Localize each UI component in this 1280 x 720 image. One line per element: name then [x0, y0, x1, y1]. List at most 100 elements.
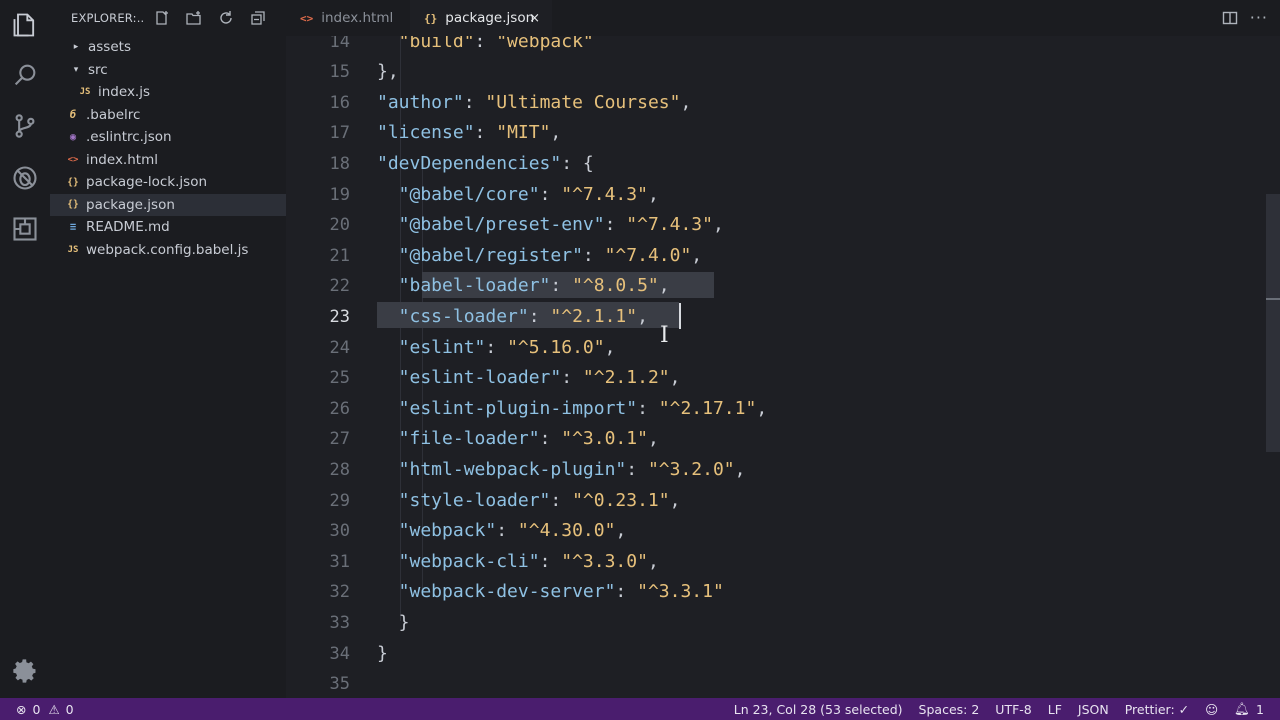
punctuation: ,: [680, 91, 692, 113]
tree-file-eslintrc[interactable]: ◉ .eslintrc.json: [50, 126, 286, 149]
code-line[interactable]: 15},: [286, 57, 1280, 88]
explorer-title: EXPLORER:...: [71, 11, 143, 25]
tree-file-webpack-config[interactable]: JS webpack.config.babel.js: [50, 239, 286, 262]
code-line[interactable]: 23 "css-loader": "^2.1.1",: [286, 302, 1280, 333]
code-editor[interactable]: 14 "build": "webpack" 15}, 16 "author": "Ult…: [286, 36, 1280, 698]
line-number: 33: [329, 612, 350, 633]
code-line[interactable]: 34}: [286, 639, 1280, 670]
json-string: "webpack": [496, 36, 594, 52]
tree-file-index-html[interactable]: <> index.html: [50, 149, 286, 172]
code-line[interactable]: 28 "html-webpack-plugin": "^3.2.0",: [286, 455, 1280, 486]
code-line[interactable]: 32 "webpack-dev-server": "^3.3.1": [286, 577, 1280, 608]
punctuation: ,: [712, 214, 724, 236]
source-control-icon[interactable]: [0, 101, 50, 151]
tree-item-label: README.md: [86, 219, 170, 236]
code-text: "@babel/preset-env": "^7.4.3",: [399, 210, 724, 240]
more-actions-icon[interactable]: ···: [1250, 8, 1268, 27]
notification-bell-icon[interactable]: 🔔︎ 1: [1234, 701, 1264, 717]
punctuation: ,: [647, 428, 659, 450]
code-line[interactable]: 31 "webpack-cli": "^3.3.0",: [286, 547, 1280, 578]
punctuation: ,: [669, 489, 681, 511]
encoding[interactable]: UTF-8: [995, 702, 1031, 717]
collapse-all-icon[interactable]: [249, 9, 267, 27]
code-line[interactable]: 33}: [286, 608, 1280, 639]
punctuation: }: [377, 642, 388, 664]
code-line[interactable]: 29 "style-loader": "^0.23.1",: [286, 486, 1280, 517]
code-line[interactable]: 30 "webpack": "^4.30.0",: [286, 516, 1280, 547]
json-string: "^5.16.0": [507, 336, 605, 358]
language-mode[interactable]: JSON: [1078, 702, 1109, 717]
tree-file-package-lock[interactable]: {} package-lock.json: [50, 171, 286, 194]
line-number: 32: [329, 582, 350, 603]
refresh-icon[interactable]: [217, 9, 235, 27]
tree-item-label: .eslintrc.json: [86, 129, 172, 146]
search-icon[interactable]: [0, 50, 50, 100]
json-string: "^2.17.1": [658, 397, 757, 419]
tab-index-html[interactable]: <> index.html: [286, 0, 410, 36]
problems-indicator[interactable]: ⊗ 0 ⚠ 0: [16, 702, 74, 717]
tree-file-index-js[interactable]: JS index.js: [50, 81, 286, 104]
tree-folder-src[interactable]: ▾ src: [50, 59, 286, 82]
json-file-icon: {}: [67, 176, 79, 188]
json-string: "^2.1.1": [550, 305, 638, 327]
json-string: "build": [398, 36, 475, 52]
split-editor-icon[interactable]: [1222, 10, 1238, 26]
code-line[interactable]: 17 "license": "MIT",: [286, 118, 1280, 149]
feedback-smiley-icon[interactable]: ☺: [1205, 702, 1218, 717]
line-ending[interactable]: LF: [1048, 702, 1062, 717]
prettier-status[interactable]: Prettier: ✓: [1125, 702, 1189, 717]
line-number: 17: [329, 123, 350, 144]
tree-file-babelrc[interactable]: б .babelrc: [50, 104, 286, 127]
debug-icon[interactable]: [0, 153, 50, 203]
json-string: "MIT": [496, 122, 551, 144]
editor-tab-bar: <> index.html {} package.json × ···: [286, 0, 1280, 36]
tree-folder-assets[interactable]: ▸ assets: [50, 36, 286, 59]
markdown-file-icon: ≡: [69, 221, 77, 234]
json-string: "^3.2.0": [647, 458, 735, 480]
code-line[interactable]: 18 "devDependencies": {: [286, 149, 1280, 180]
code-text: "eslint": "^5.16.0",: [399, 333, 616, 363]
tab-package-json[interactable]: {} package.json ×: [410, 0, 552, 36]
js-file-icon: JS: [79, 87, 91, 98]
json-string: "Ultimate Courses": [485, 91, 681, 113]
code-line[interactable]: 35: [286, 669, 1280, 698]
status-bar: ⊗ 0 ⚠ 0 Ln 23, Col 28 (53 selected) Spac…: [0, 698, 1280, 720]
code-line[interactable]: 26 "eslint-plugin-import": "^2.17.1",: [286, 394, 1280, 425]
line-number: 19: [329, 184, 350, 205]
tree-file-readme[interactable]: ≡ README.md: [50, 216, 286, 239]
punctuation: :: [539, 183, 562, 205]
code-line[interactable]: 20 "@babel/preset-env": "^7.4.3",: [286, 210, 1280, 241]
punctuation: : {: [561, 152, 594, 174]
extensions-icon[interactable]: [0, 204, 50, 254]
new-file-icon[interactable]: [153, 9, 171, 27]
indentation[interactable]: Spaces: 2: [919, 702, 980, 717]
json-key: "webpack": [398, 520, 497, 542]
punctuation: },: [377, 61, 399, 83]
code-line[interactable]: 24 "eslint": "^5.16.0",: [286, 333, 1280, 364]
code-line[interactable]: 27 "file-loader": "^3.0.1",: [286, 424, 1280, 455]
editor-scrollbar[interactable]: [1266, 194, 1280, 452]
tree-file-package-json[interactable]: {} package.json: [50, 193, 286, 216]
code-line[interactable]: 19 "@babel/core": "^7.4.3",: [286, 180, 1280, 211]
code-line[interactable]: 21 "@babel/register": "^7.4.0",: [286, 241, 1280, 272]
code-line[interactable]: 14 "build": "webpack": [286, 36, 1280, 57]
punctuation: ,: [734, 458, 746, 480]
tree-item-label: index.html: [86, 151, 158, 168]
new-folder-icon[interactable]: [185, 9, 203, 27]
settings-gear-icon[interactable]: [0, 646, 50, 696]
code-text: "html-webpack-plugin": "^3.2.0",: [399, 455, 746, 485]
punctuation: :: [550, 275, 573, 297]
code-line[interactable]: 25 "eslint-loader": "^2.1.2",: [286, 363, 1280, 394]
json-key: "file-loader": [398, 428, 540, 450]
line-number: 14: [329, 36, 350, 52]
tab-label: package.json: [445, 10, 535, 26]
cursor-position[interactable]: Ln 23, Col 28 (53 selected): [734, 702, 903, 717]
json-key: "eslint-loader": [398, 367, 562, 389]
json-file-icon: {}: [424, 11, 438, 25]
babel-file-icon: б: [69, 108, 77, 121]
tab-label: index.html: [321, 10, 394, 26]
code-line[interactable]: 22 "babel-loader": "^8.0.5",: [286, 271, 1280, 302]
explorer-icon[interactable]: [0, 0, 50, 50]
code-line[interactable]: 16 "author": "Ultimate Courses",: [286, 88, 1280, 119]
close-icon[interactable]: ×: [529, 11, 540, 26]
